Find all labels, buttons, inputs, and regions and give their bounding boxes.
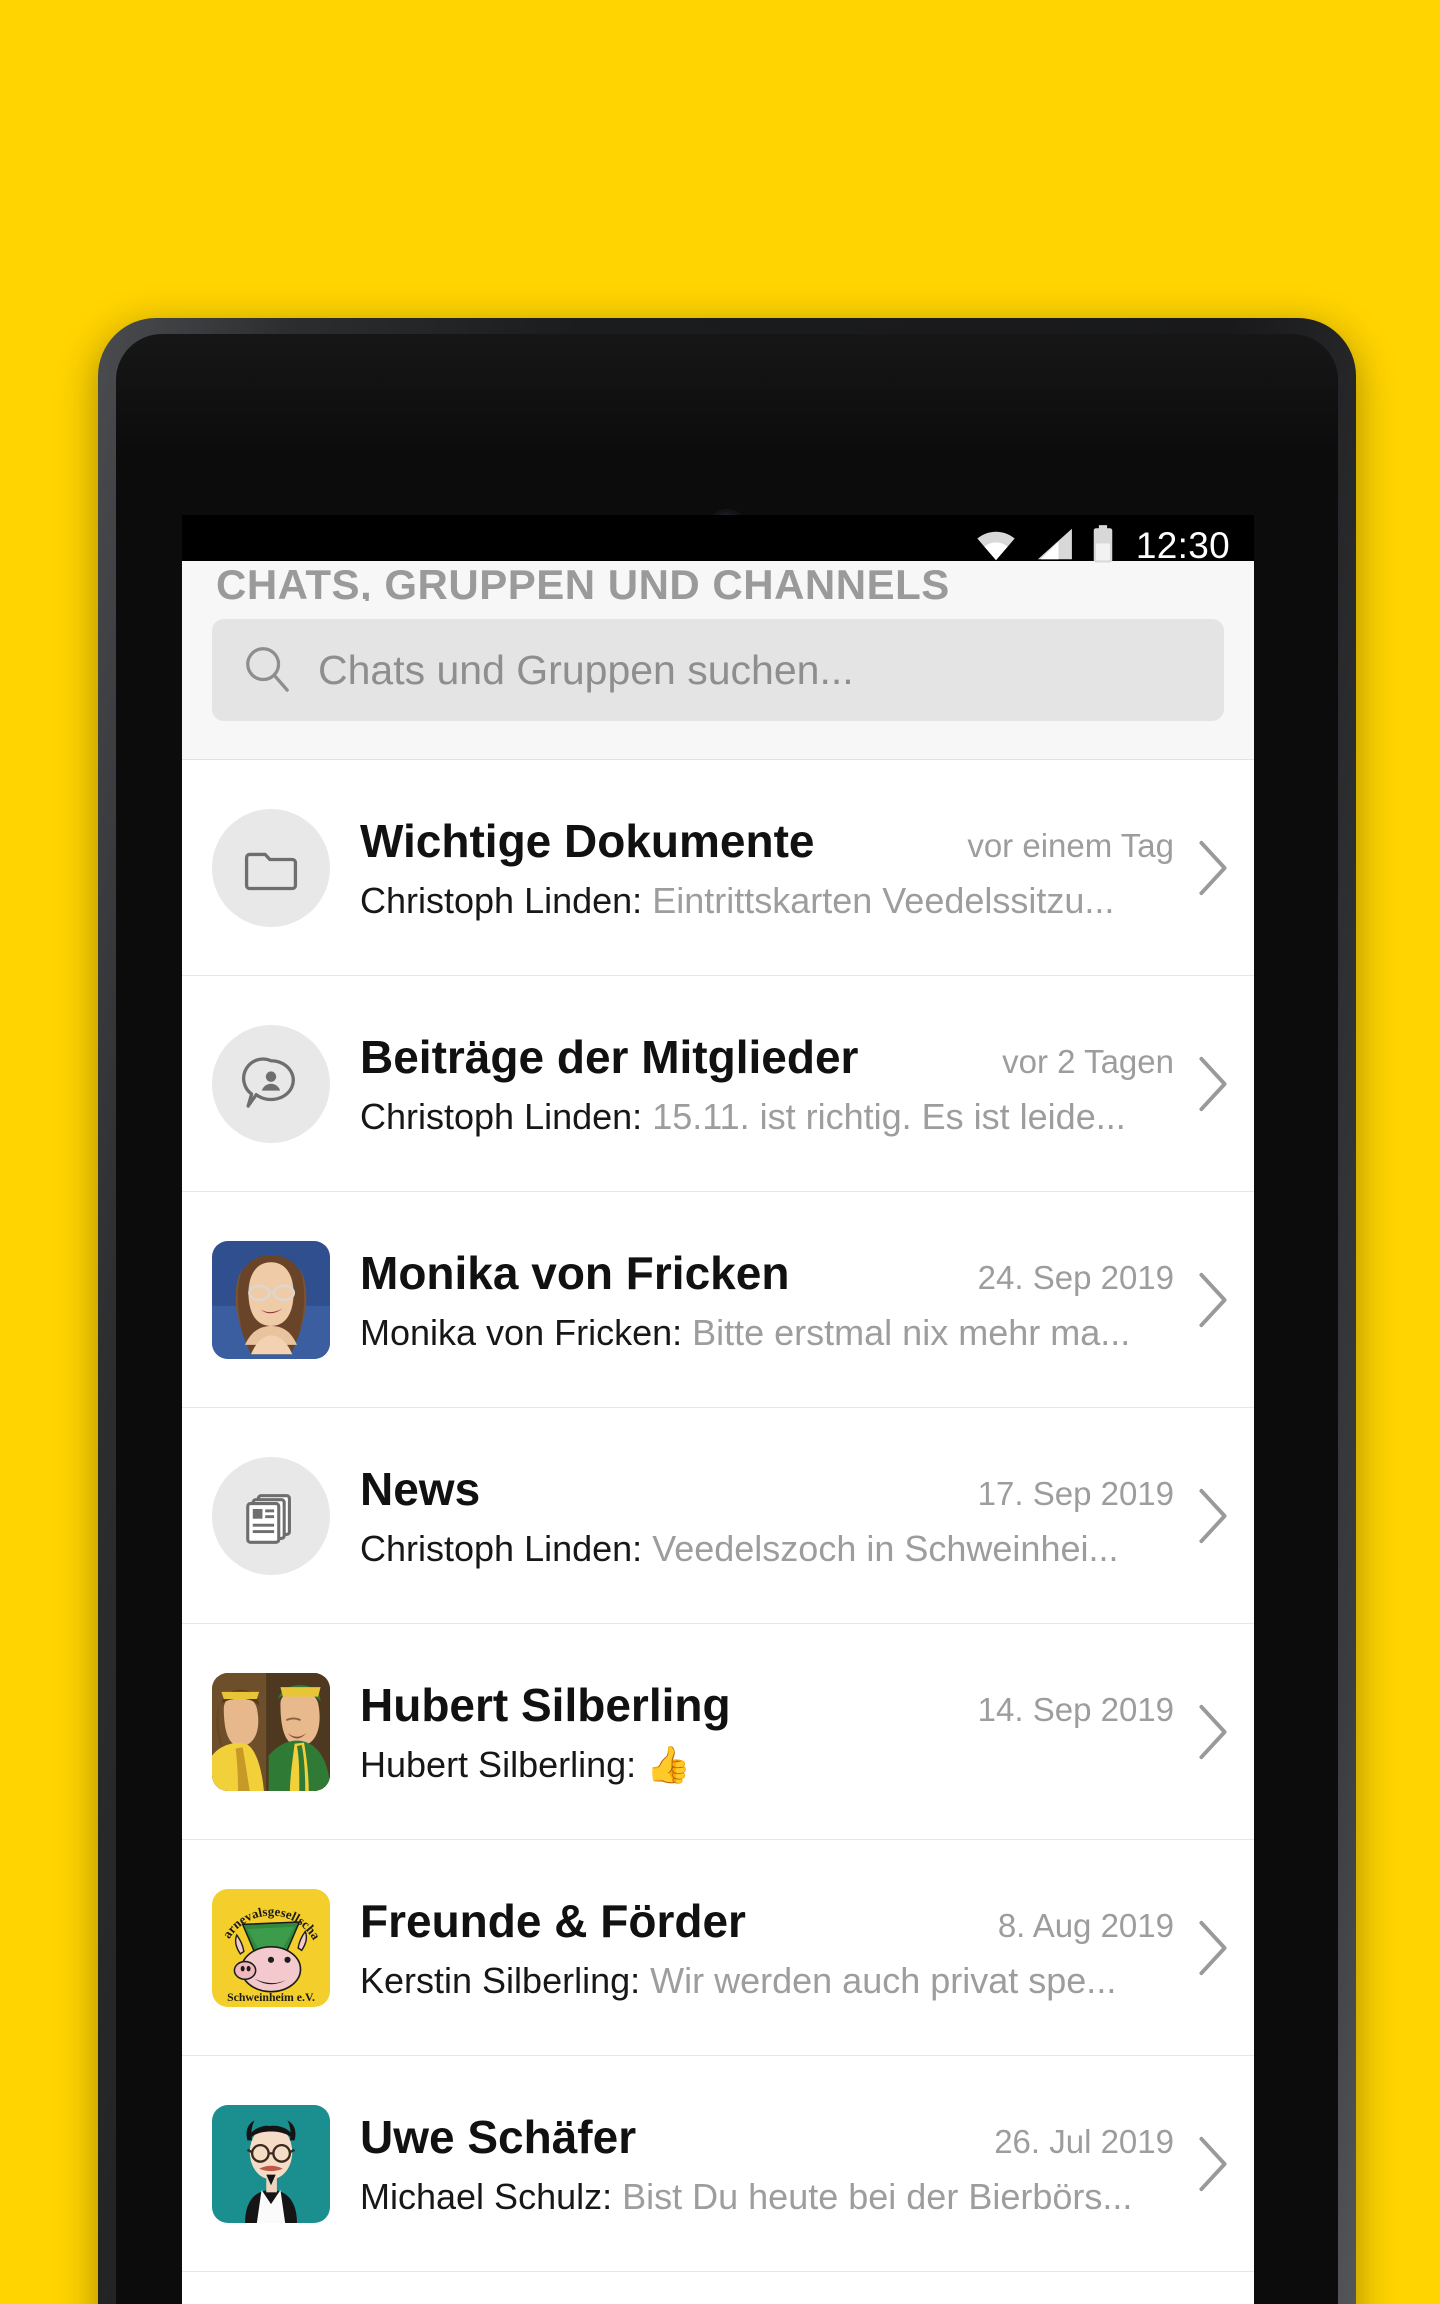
preview-sender: Monika von Fricken: [360, 1311, 683, 1353]
chat-timestamp: 26. Jul 2019 [994, 2122, 1174, 2160]
chat-row-body: Wichtige Dokumente vor einem Tag Christo… [360, 814, 1174, 922]
chat-preview: Michael Schulz: Bist Du heute bei der Bi… [360, 2176, 1174, 2218]
chat-row-header: Uwe Schäfer 26. Jul 2019 [360, 2110, 1174, 2164]
chat-row-body: Monika von Fricken 24. Sep 2019 Monika v… [360, 1246, 1174, 1354]
chat-preview: Hubert Silberling: 👍 [360, 1744, 1174, 1786]
chat-list-item-1[interactable]: Beiträge der Mitglieder vor 2 Tagen Chri… [182, 976, 1254, 1192]
chat-list-item-6[interactable]: Uwe Schäfer 26. Jul 2019 Michael Schulz:… [182, 2056, 1254, 2272]
avatar-hubert-photo [212, 1672, 330, 1791]
preview-sender: Christoph Linden: [360, 1527, 643, 1569]
preview-message: Bitte erstmal nix mehr ma... [682, 1311, 1131, 1353]
phone-screen: 12:30 CHATS, GRUPPEN UND CHANNELS Chats … [182, 515, 1254, 2304]
chat-row-header: Beiträge der Mitglieder vor 2 Tagen [360, 1030, 1174, 1084]
status-bar-clock: 12:30 [1135, 525, 1230, 566]
chat-timestamp: 8. Aug 2019 [997, 1906, 1174, 1944]
chat-timestamp: vor 2 Tagen [1002, 1042, 1174, 1080]
chat-timestamp: 17. Sep 2019 [977, 1474, 1174, 1512]
chat-title: Hubert Silberling [360, 1678, 731, 1731]
chevron-right-icon[interactable] [1190, 837, 1236, 899]
list-header: CHATS, GRUPPEN UND CHANNELS Chats und Gr… [182, 561, 1254, 760]
folder-icon [212, 808, 330, 927]
preview-message: Bist Du heute bei der Bierbörs... [612, 2175, 1133, 2217]
chat-title: Uwe Schäfer [360, 2110, 637, 2163]
chat-row-header: Wichtige Dokumente vor einem Tag [360, 814, 1174, 868]
chat-preview: Christoph Linden: Eintrittskarten Veedel… [360, 880, 1174, 922]
chat-timestamp: 24. Sep 2019 [977, 1258, 1174, 1296]
preview-message: Eintrittskarten Veedelssitzu... [642, 879, 1115, 921]
news-icon [212, 1456, 330, 1575]
chevron-right-icon[interactable] [1190, 1485, 1236, 1547]
chat-row-header: Hubert Silberling 14. Sep 2019 [360, 1678, 1174, 1732]
avatar: KarnevalsgesellschaftSchweinheim e.V. [212, 1888, 330, 2007]
search-icon [242, 643, 292, 698]
chat-row-body: Hubert Silberling 14. Sep 2019 Hubert Si… [360, 1678, 1174, 1786]
svg-text:Schweinheim e.V.: Schweinheim e.V. [227, 1990, 315, 2004]
preview-sender: Kerstin Silberling: [360, 1959, 641, 2001]
chat-list-item-0[interactable]: Wichtige Dokumente vor einem Tag Christo… [182, 760, 1254, 976]
chat-list-item-2[interactable]: Monika von Fricken 24. Sep 2019 Monika v… [182, 1192, 1254, 1408]
chat-row-body: Uwe Schäfer 26. Jul 2019 Michael Schulz:… [360, 2110, 1174, 2218]
chat-preview: Christoph Linden: Veedelszoch in Schwein… [360, 1528, 1174, 1570]
bezel-glare [116, 334, 1338, 504]
chat-list-item-4[interactable]: Hubert Silberling 14. Sep 2019 Hubert Si… [182, 1624, 1254, 1840]
chat-preview: Monika von Fricken: Bitte erstmal nix me… [360, 1312, 1174, 1354]
preview-emoji: 👍 [646, 1743, 691, 1785]
preview-message: Wir werden auch privat spe... [640, 1959, 1117, 2001]
chevron-right-icon[interactable] [1190, 1917, 1236, 1979]
search-placeholder-text: Chats und Gruppen suchen... [318, 646, 854, 693]
chat-row-header: Monika von Fricken 24. Sep 2019 [360, 1246, 1174, 1300]
chevron-right-icon[interactable] [1190, 1053, 1236, 1115]
avatar [212, 1456, 330, 1575]
preview-sender: Christoph Linden: [360, 879, 643, 921]
avatar [212, 808, 330, 927]
chat-list-item-5[interactable]: KarnevalsgesellschaftSchweinheim e.V. Fr… [182, 1840, 1254, 2056]
chat-title: Wichtige Dokumente [360, 814, 815, 867]
search-input[interactable]: Chats und Gruppen suchen... [212, 619, 1224, 721]
chat-timestamp: 14. Sep 2019 [977, 1690, 1174, 1728]
preview-sender: Michael Schulz: [360, 2175, 613, 2217]
chevron-right-icon[interactable] [1190, 1269, 1236, 1331]
chat-title: Freunde & Förder [360, 1894, 746, 1947]
chat-title: Monika von Fricken [360, 1246, 790, 1299]
avatar-karneval-logo: KarnevalsgesellschaftSchweinheim e.V. [212, 1888, 330, 2007]
chat-title: News [360, 1462, 481, 1515]
chat-preview: Christoph Linden: 15.11. ist richtig. Es… [360, 1096, 1174, 1138]
preview-message [636, 1744, 646, 1785]
avatar-monika-photo [212, 1240, 330, 1359]
preview-message: Veedelszoch in Schweinhei... [642, 1527, 1119, 1569]
preview-message: 15.11. ist richtig. Es ist leide... [642, 1095, 1126, 1137]
avatar [212, 1672, 330, 1791]
chat-preview: Kerstin Silberling: Wir werden auch priv… [360, 1960, 1174, 2002]
chat-row-body: Beiträge der Mitglieder vor 2 Tagen Chri… [360, 1030, 1174, 1138]
chat-title: Beiträge der Mitglieder [360, 1030, 859, 1083]
battery-icon [1091, 524, 1115, 568]
member-posts-icon [212, 1024, 330, 1143]
avatar [212, 1024, 330, 1143]
chat-list-item-3[interactable]: News 17. Sep 2019 Christoph Linden: Veed… [182, 1408, 1254, 1624]
avatar [212, 2104, 330, 2223]
chat-row-header: News 17. Sep 2019 [360, 1462, 1174, 1516]
avatar-uwe-photo [212, 2104, 330, 2223]
chat-list[interactable]: Wichtige Dokumente vor einem Tag Christo… [182, 760, 1254, 2272]
chat-timestamp: vor einem Tag [967, 826, 1174, 864]
preview-sender: Christoph Linden: [360, 1095, 643, 1137]
preview-sender: Hubert Silberling: [360, 1743, 637, 1785]
chevron-right-icon[interactable] [1190, 1701, 1236, 1763]
chat-row-body: News 17. Sep 2019 Christoph Linden: Veed… [360, 1462, 1174, 1570]
chat-row-header: Freunde & Förder 8. Aug 2019 [360, 1894, 1174, 1948]
cellular-signal-icon [1034, 527, 1074, 566]
chevron-right-icon[interactable] [1190, 2133, 1236, 2195]
avatar [212, 1240, 330, 1359]
wifi-icon [975, 527, 1017, 566]
chat-row-body: Freunde & Förder 8. Aug 2019 Kerstin Sil… [360, 1894, 1174, 2002]
